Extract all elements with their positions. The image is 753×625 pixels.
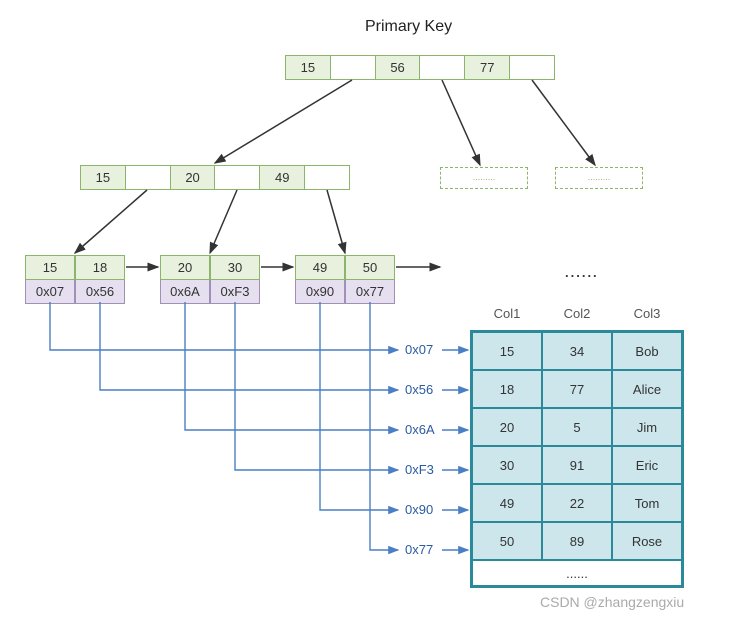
diagram-stage: Primary Key 15 56 77 15 20 49 ......... … xyxy=(0,0,753,625)
arrows-layer xyxy=(0,0,753,625)
